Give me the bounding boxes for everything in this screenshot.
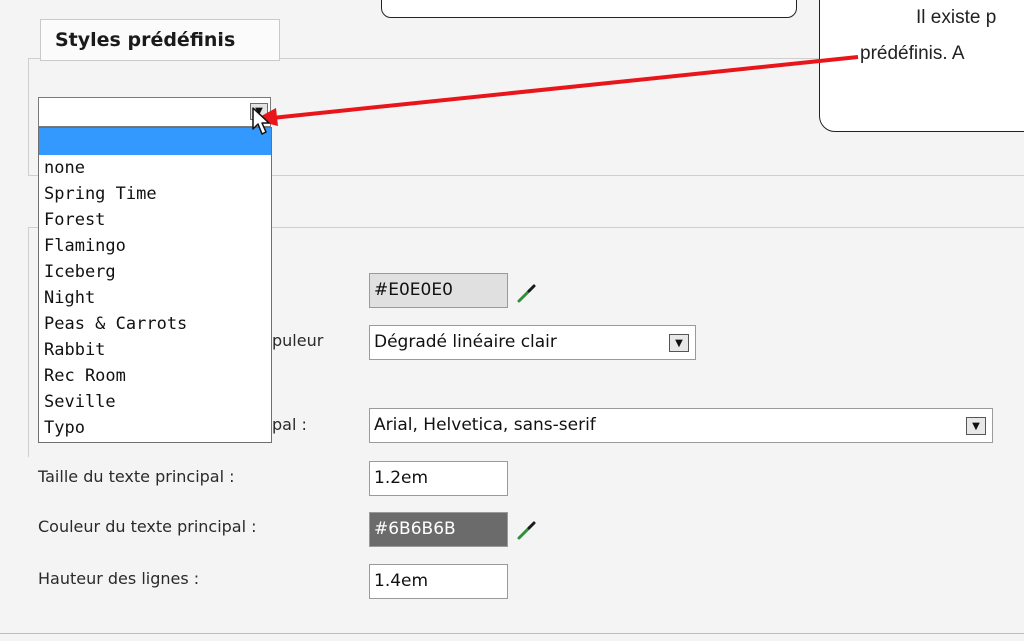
triangle-down-icon[interactable]: ▼ [669, 334, 689, 352]
dropdown-option[interactable]: Typo [39, 415, 271, 441]
text-size-input[interactable]: 1.2em [369, 461, 508, 496]
callout-text-line2: prédéfinis. A [860, 43, 965, 64]
dropdown-option[interactable]: Forest [39, 207, 271, 233]
dropdown-option[interactable]: Peas & Carrots [39, 311, 271, 337]
dropdown-option[interactable]: none [39, 155, 271, 181]
font-select[interactable]: Arial, Helvetica, sans-serif ▼ [369, 408, 993, 443]
gradient-select[interactable]: Dégradé linéaire clair ▼ [369, 325, 696, 360]
line-height-input[interactable]: 1.4em [369, 564, 508, 599]
background-color-input[interactable]: #E0E0E0 [369, 273, 508, 308]
arrow-line [271, 55, 859, 120]
bottom-divider [0, 633, 1024, 634]
text-color-input[interactable]: #6B6B6B [369, 512, 508, 547]
dropdown-highlighted-option[interactable] [39, 128, 271, 155]
dropdown-option[interactable]: Spring Time [39, 181, 271, 207]
dropdown-option[interactable]: Rabbit [39, 337, 271, 363]
mouse-pointer-icon [252, 107, 270, 135]
dropdown-option[interactable]: Iceberg [39, 259, 271, 285]
fieldset-border-left [28, 58, 29, 176]
dropdown-option[interactable]: Flamingo [39, 233, 271, 259]
font-label: pal : [272, 415, 307, 434]
callout-text-line1: Il existe p [916, 7, 997, 28]
preset-style-dropdown-list[interactable]: none Spring Time Forest Flamingo Iceberg… [38, 127, 272, 443]
preset-style-select[interactable]: ▼ [38, 97, 271, 127]
section-border-left [28, 227, 29, 457]
text-color-label: Couleur du texte principal : [38, 517, 257, 536]
triangle-down-icon[interactable]: ▼ [966, 417, 986, 435]
callout-box-left [381, 0, 797, 18]
dropdown-option[interactable]: Rec Room [39, 363, 271, 389]
gradient-select-value: Dégradé linéaire clair [374, 332, 557, 352]
line-height-label: Hauteur des lignes : [38, 569, 200, 588]
eyedropper-icon[interactable] [516, 282, 538, 304]
eyedropper-icon[interactable] [516, 519, 538, 541]
callout-box-right: Il existe p prédéfinis. A [819, 0, 1024, 132]
text-size-label: Taille du texte principal : [38, 467, 235, 486]
fieldset-legend: Styles prédéfinis [40, 19, 280, 61]
dropdown-option[interactable]: Seville [39, 389, 271, 415]
font-select-value: Arial, Helvetica, sans-serif [374, 415, 596, 435]
gradient-label: puleur [272, 331, 324, 350]
dropdown-option[interactable]: Night [39, 285, 271, 311]
